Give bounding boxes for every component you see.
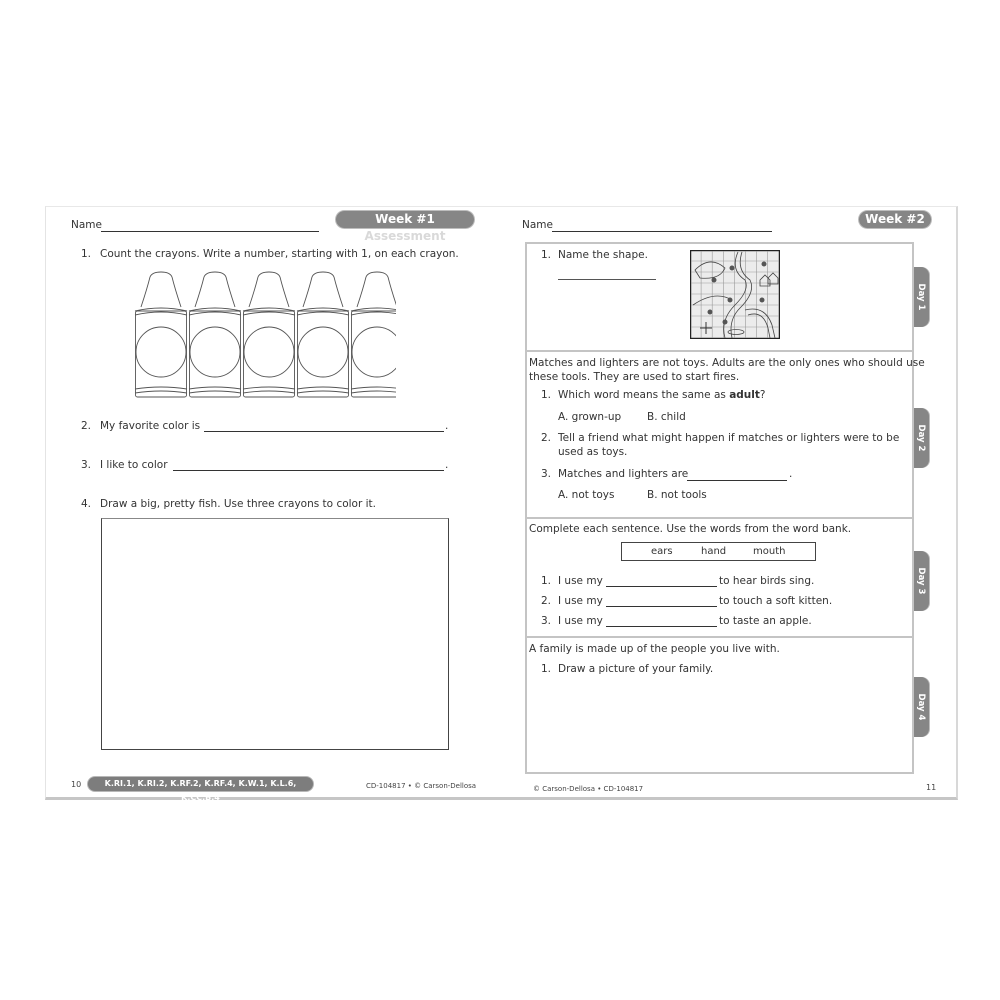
question-number: 3. bbox=[81, 459, 92, 471]
question-text: My favorite color is bbox=[100, 420, 201, 432]
word-answer-field[interactable] bbox=[606, 606, 717, 607]
map-grid-image bbox=[690, 250, 780, 339]
day-tab-1[interactable]: Day 1 bbox=[912, 267, 929, 327]
question-text: Name the shape. bbox=[558, 249, 648, 261]
like-to-color-field[interactable] bbox=[173, 470, 444, 471]
question-number: 1. bbox=[541, 249, 552, 261]
passage-line: Matches and lighters are not toys. Adult… bbox=[529, 357, 925, 369]
day-tab-label: Day 4 bbox=[915, 693, 926, 721]
question-number: 2. bbox=[541, 432, 552, 444]
option-a[interactable]: A. grown-up bbox=[558, 411, 621, 423]
period: . bbox=[445, 459, 449, 471]
word-bank-item: hand bbox=[701, 546, 727, 557]
sentence-end: to touch a soft kitten. bbox=[719, 595, 833, 607]
question-number: 3. bbox=[541, 468, 552, 480]
fish-drawing-box[interactable] bbox=[101, 518, 449, 750]
sentence-start: I use my bbox=[558, 595, 603, 607]
day-tab-4[interactable]: Day 4 bbox=[912, 677, 929, 737]
word-bank-item: mouth bbox=[753, 546, 786, 557]
day-tab-3[interactable]: Day 3 bbox=[912, 551, 929, 611]
option-a[interactable]: A. not toys bbox=[558, 489, 614, 501]
crayon-label-circle bbox=[351, 326, 396, 378]
crayons-illustration bbox=[134, 271, 396, 398]
name-field[interactable] bbox=[101, 231, 319, 232]
name-label: Name bbox=[522, 219, 553, 231]
section-instructions: A family is made up of the people you li… bbox=[529, 643, 780, 655]
day4-section[interactable] bbox=[525, 636, 914, 774]
period: . bbox=[445, 420, 449, 432]
day-tab-2[interactable]: Day 2 bbox=[912, 408, 929, 468]
sentence-start: I use my bbox=[558, 615, 603, 627]
name-field[interactable] bbox=[552, 231, 772, 232]
question-number: 1. bbox=[541, 575, 552, 587]
question-text: Which word means the same as adult? bbox=[558, 389, 765, 401]
standards-badge: K.RI.1, K.RI.2, K.RF.2, K.RF.4, K.W.1, K… bbox=[88, 777, 313, 802]
footer-credit: CD-104817 • © Carson-Dellosa bbox=[366, 782, 477, 790]
word-answer-field[interactable] bbox=[606, 586, 717, 587]
question-number: 4. bbox=[81, 498, 92, 510]
sentence-start: I use my bbox=[558, 575, 603, 587]
question-number: 1. bbox=[541, 389, 552, 401]
footer-credit: © Carson-Dellosa • CD-104817 bbox=[533, 785, 644, 793]
crayon-label-circle bbox=[243, 326, 295, 378]
question-text: Count the crayons. Write a number, start… bbox=[100, 248, 459, 260]
word-bank-item: ears bbox=[651, 546, 673, 557]
question-number: 3. bbox=[541, 615, 552, 627]
question-number: 1. bbox=[81, 248, 92, 260]
question-text: used as toys. bbox=[558, 446, 628, 458]
page-number: 10 bbox=[71, 780, 82, 789]
passage-line: these tools. They are used to start fire… bbox=[529, 371, 740, 383]
crayon[interactable] bbox=[296, 271, 350, 398]
bold-word: adult bbox=[729, 389, 760, 401]
crayon-label-circle bbox=[297, 326, 349, 378]
crayon[interactable] bbox=[134, 271, 188, 398]
question-number: 2. bbox=[541, 595, 552, 607]
crayon[interactable] bbox=[350, 271, 396, 398]
shape-answer-field[interactable] bbox=[558, 279, 656, 280]
question-text-part: Which word means the same as bbox=[558, 389, 730, 401]
question-text: Draw a big, pretty fish. Use three crayo… bbox=[100, 498, 377, 510]
crayon[interactable] bbox=[242, 271, 296, 398]
name-label: Name bbox=[71, 219, 102, 231]
question-text: I like to color bbox=[100, 459, 168, 471]
day-tab-label: Day 2 bbox=[915, 424, 926, 452]
favorite-color-field[interactable] bbox=[204, 431, 444, 432]
question-text: Draw a picture of your family. bbox=[558, 663, 714, 675]
day-tab-label: Day 3 bbox=[915, 567, 926, 595]
week-badge-strong: Week #1 bbox=[375, 212, 435, 226]
crayon[interactable] bbox=[188, 271, 242, 398]
question-number: 2. bbox=[81, 420, 92, 432]
matches-answer-field[interactable] bbox=[687, 480, 787, 481]
sentence-end: to taste an apple. bbox=[719, 615, 812, 627]
crayon-label-circle bbox=[135, 326, 187, 378]
day-tab-label: Day 1 bbox=[915, 283, 926, 311]
word-answer-field[interactable] bbox=[606, 626, 717, 627]
crayon-label-circle bbox=[189, 326, 241, 378]
question-text: Matches and lighters are bbox=[558, 468, 689, 480]
section-instructions: Complete each sentence. Use the words fr… bbox=[529, 523, 852, 535]
option-b[interactable]: B. not tools bbox=[647, 489, 707, 501]
week-badge-light: Assessment bbox=[364, 229, 446, 243]
week-badge: Week #2 bbox=[859, 211, 931, 228]
period: . bbox=[789, 468, 793, 480]
option-b[interactable]: B. child bbox=[647, 411, 686, 423]
question-text-part: ? bbox=[759, 389, 766, 401]
sentence-end: to hear birds sing. bbox=[719, 575, 815, 587]
word-bank: ears hand mouth bbox=[621, 542, 816, 561]
question-text: Tell a friend what might happen if match… bbox=[558, 432, 900, 444]
workbook-spread: Name Week #1 Assessment 1. Count the cra… bbox=[45, 206, 958, 802]
question-number: 1. bbox=[541, 663, 552, 675]
week-badge: Week #1 Assessment bbox=[336, 211, 474, 243]
page-number: 11 bbox=[926, 783, 937, 792]
